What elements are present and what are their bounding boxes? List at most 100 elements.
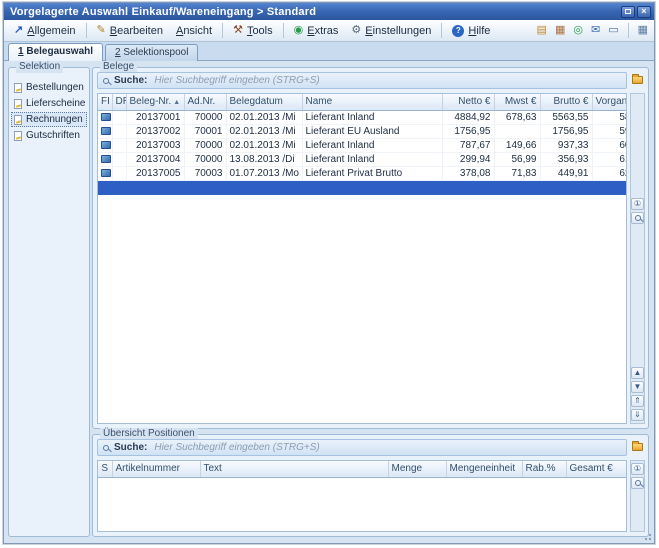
toolbar-separator	[441, 23, 442, 38]
restore-icon	[625, 9, 631, 14]
menu-item-bearbeiten[interactable]: ✎ Bearbeiten	[91, 22, 169, 40]
magnifier-icon	[635, 215, 641, 221]
menu-item-extras[interactable]: ◉ Extras	[288, 22, 345, 40]
pencil-icon: ✎	[97, 25, 106, 36]
table-row[interactable]: 20137005 70003 01.07.2013 /Mo Lieferant …	[98, 166, 627, 180]
selektion-legend: Selektion	[16, 61, 63, 73]
column-header-gesamt[interactable]: Gesamt €	[566, 461, 627, 477]
zoom-search-button[interactable]	[631, 212, 644, 224]
menu-label: Bearbeiten	[110, 25, 163, 37]
column-header-brutto[interactable]: Brutto €	[540, 94, 592, 110]
menu-label: Tools	[247, 25, 273, 37]
tab-selektionspool[interactable]: 2 Selektionspool	[105, 44, 198, 61]
column-header-netto[interactable]: Netto €	[442, 94, 494, 110]
positionen-search-input[interactable]	[152, 441, 621, 454]
column-header-beleg-nr[interactable]: Beleg-Nr.▲	[126, 94, 184, 110]
column-header-vorgang[interactable]: Vorgang	[592, 94, 627, 110]
document-icon	[14, 131, 22, 141]
menu-label: Hilfe	[468, 25, 490, 37]
search-icon	[103, 445, 109, 451]
search-icon	[103, 78, 109, 84]
menu-item-einstellungen[interactable]: ⚙ Einstellungen	[345, 22, 437, 40]
scroll-down-button[interactable]: ▼	[631, 381, 644, 393]
column-header-text[interactable]: Text	[200, 461, 388, 477]
menu-item-tools[interactable]: ⚒ Tools	[227, 22, 279, 40]
sidebar-item-lieferscheine[interactable]: Lieferscheine	[11, 96, 87, 111]
table-row[interactable]: 20137003 70000 02.01.2013 /Mi Lieferant …	[98, 138, 627, 152]
mail-icon[interactable]: ✉	[589, 23, 602, 38]
zoom-search-button[interactable]	[631, 477, 644, 489]
toolbar-separator	[628, 23, 629, 38]
package-icon[interactable]: ▦	[553, 23, 567, 38]
positionen-folder-button[interactable]	[629, 440, 645, 454]
document-icon	[14, 83, 22, 93]
toolbar-separator	[222, 23, 223, 38]
tab-label: 1 Belegauswahl	[18, 46, 93, 57]
magnifier-icon	[635, 480, 641, 486]
sidebar-item-label: Rechnungen	[26, 114, 83, 125]
column-header-rab[interactable]: Rab.%	[522, 461, 566, 477]
catalog-icon[interactable]: ▤	[535, 23, 549, 38]
menu-item-hilfe[interactable]: ? Hilfe	[446, 22, 496, 40]
gear-icon: ⚙	[351, 25, 361, 36]
column-header-menge[interactable]: Menge	[388, 461, 446, 477]
column-header-artikelnummer[interactable]: Artikelnummer	[112, 461, 200, 477]
monitor-icon[interactable]: ▭	[606, 23, 620, 38]
toolbar-separator	[283, 23, 284, 38]
folder-icon	[632, 76, 643, 84]
scroll-up-button[interactable]: ▲	[631, 367, 644, 379]
belege-search-input[interactable]	[152, 74, 621, 87]
menu-label: Allgemein	[27, 25, 75, 37]
column-header-belegdatum[interactable]: Belegdatum	[226, 94, 302, 110]
menu-item-ansicht[interactable]: Ansicht	[170, 22, 218, 40]
invoice-icon	[101, 169, 111, 177]
sidebar-item-bestellungen[interactable]: Bestellungen	[11, 80, 87, 95]
column-header-ad-nr[interactable]: Ad.Nr.	[184, 94, 226, 110]
positionen-table: S Artikelnummer Text Menge Mengeneinheit…	[97, 460, 627, 532]
sort-asc-icon: ▲	[173, 99, 180, 106]
table-header-row: FI DR Beleg-Nr.▲ Ad.Nr. Belegdatum Name …	[98, 94, 627, 110]
menu-item-allgemein[interactable]: ↗ Allgemein	[8, 22, 82, 40]
toolbar-separator	[86, 23, 87, 38]
page-up-button[interactable]: ⇑	[631, 395, 644, 407]
table-row[interactable]: 20137004 70000 13.08.2013 /Di Lieferant …	[98, 152, 627, 166]
belege-group: Belege Suche: FI	[92, 67, 649, 429]
help-icon: ?	[452, 25, 464, 37]
toolbar-right-icons: ▤ ▦ ◎ ✉ ▭ ▦	[535, 23, 650, 38]
invoice-icon	[101, 155, 111, 163]
grid-icon[interactable]: ▦	[636, 23, 650, 38]
table-row[interactable]: 20137001 70000 02.01.2013 /Mi Lieferant …	[98, 110, 627, 124]
column-header-dr[interactable]: DR	[112, 94, 126, 110]
column-header-mwst[interactable]: Mwst €	[494, 94, 540, 110]
sidebar-item-gutschriften[interactable]: Gutschriften	[11, 128, 87, 143]
selected-empty-row[interactable]	[98, 180, 627, 194]
positionen-search-bar: Suche:	[97, 439, 627, 456]
sidebar-item-rechnungen[interactable]: Rechnungen	[11, 112, 87, 127]
column-header-mengeneinheit[interactable]: Mengeneinheit	[446, 461, 522, 477]
document-icon	[14, 99, 22, 109]
sidebar-item-label: Bestellungen	[26, 82, 84, 93]
window-title: Vorgelagerte Auswahl Einkauf/Wareneingan…	[10, 6, 316, 18]
record-number-button[interactable]: ①	[631, 463, 644, 475]
close-button[interactable]: ×	[637, 6, 651, 18]
menu-label: Einstellungen	[365, 25, 431, 37]
tab-belegauswahl[interactable]: 1 Belegauswahl	[8, 43, 103, 61]
menu-label: Ansicht	[176, 25, 212, 37]
sidebar-item-label: Gutschriften	[26, 130, 80, 141]
belege-folder-button[interactable]	[629, 73, 645, 87]
invoice-icon	[101, 127, 111, 135]
column-header-s[interactable]: S	[98, 461, 112, 477]
table-row[interactable]: 20137002 70001 02.01.2013 /Mi Lieferant …	[98, 124, 627, 138]
globe-icon[interactable]: ◎	[571, 23, 585, 38]
table-header-row: S Artikelnummer Text Menge Mengeneinheit…	[98, 461, 627, 477]
invoice-icon	[101, 113, 111, 121]
restore-button[interactable]	[621, 6, 635, 18]
page-down-button[interactable]: ⇓	[631, 409, 644, 421]
selektion-list: Bestellungen Lieferscheine Rechnungen Gu…	[9, 68, 89, 145]
column-header-fi[interactable]: FI	[98, 94, 112, 110]
column-header-name[interactable]: Name	[302, 94, 442, 110]
record-number-button[interactable]: ①	[631, 198, 644, 210]
resize-grip[interactable]	[641, 530, 653, 542]
positionen-group: Übersicht Positionen Suche: S	[92, 434, 649, 537]
folder-icon	[632, 443, 643, 451]
